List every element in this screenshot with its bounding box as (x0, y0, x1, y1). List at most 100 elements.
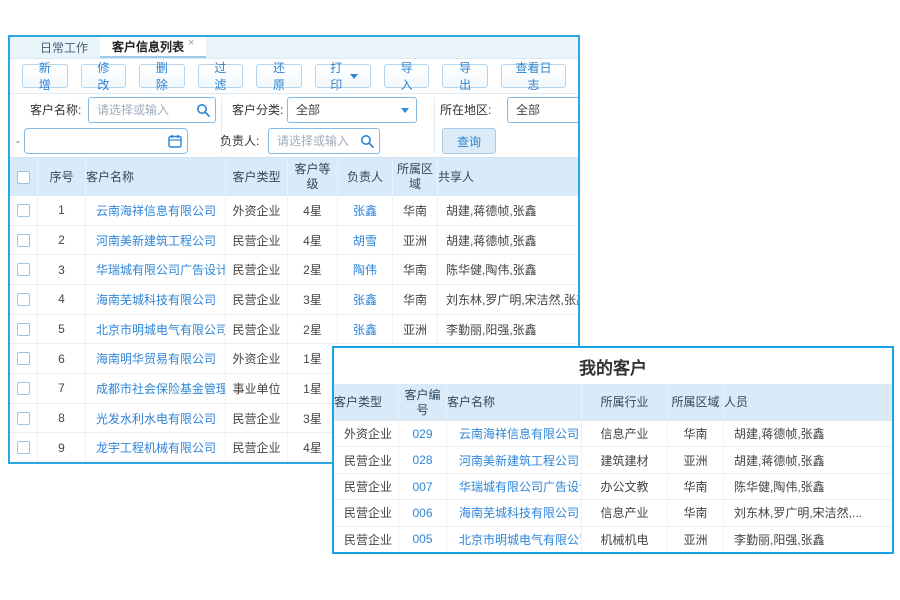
list-item[interactable]: 民营企业 006 海南芜城科技有限公司 信息产业 华南 刘东林,罗广明,宋洁然,… (334, 500, 892, 526)
row-checkbox[interactable] (17, 441, 30, 454)
tab-daily-work[interactable]: 日常工作 (28, 37, 100, 58)
table-row[interactable]: 1 云南海祥信息有限公司 外资企业 4星 张鑫 华南 胡建,蒋德帧,张鑫 (10, 196, 578, 226)
cell-customer-name[interactable]: 龙宇工程机械有限公司 (86, 433, 226, 462)
cell-no: 9 (38, 433, 86, 462)
list-item[interactable]: 外资企业 029 云南海祥信息有限公司 信息产业 华南 胡建,蒋德帧,张鑫 (334, 421, 892, 447)
desktop: 日常工作 客户信息列表 × 新增 修改 删除 过滤 还原 打印 导入 导出 查看… (0, 0, 900, 600)
cell-level: 4星 (288, 196, 338, 225)
close-icon[interactable]: × (188, 37, 194, 49)
cell-customer-name[interactable]: 河南美新建筑工程公司 (447, 447, 582, 472)
print-button[interactable]: 打印 (315, 64, 371, 88)
row-checkbox[interactable] (17, 323, 30, 336)
row-checkbox[interactable] (17, 412, 30, 425)
cell-level: 2星 (288, 255, 338, 284)
cell-level: 4星 (288, 226, 338, 255)
cell-industry: 信息产业 (582, 421, 668, 446)
cell-customer-name[interactable]: 华瑞城有限公司广告设计部 (447, 474, 582, 499)
calendar-icon[interactable] (168, 134, 182, 148)
cell-owner[interactable]: 张鑫 (338, 315, 393, 344)
row-checkbox[interactable] (17, 382, 30, 395)
cell-customer-name[interactable]: 光发水利水电有限公司 (86, 404, 226, 433)
cell-customer-name[interactable]: 北京市明城电气有限公司 (447, 527, 582, 552)
category-select[interactable]: 全部 (287, 97, 417, 123)
date-input[interactable] (24, 128, 188, 154)
col-region: 所属区域 (393, 158, 438, 196)
panel-title: 我的客户 (334, 348, 892, 384)
my-customers-header: 客户类型 客户编号 客户名称 所属行业 所属区域 人员 (334, 384, 892, 421)
row-checkbox[interactable] (17, 352, 30, 365)
cell-customer-code[interactable]: 006 (399, 500, 447, 525)
cell-owner[interactable]: 胡雪 (338, 226, 393, 255)
select-all-cell (10, 158, 38, 196)
cell-level: 2星 (288, 315, 338, 344)
delete-button[interactable]: 删除 (139, 64, 185, 88)
list-item[interactable]: 民营企业 005 北京市明城电气有限公司 机械机电 亚洲 李勤丽,阳强,张鑫 (334, 527, 892, 552)
cell-region: 亚洲 (393, 226, 438, 255)
filter-area: 客户名称: 客户分类: 全部 所在地区: 全部 - (10, 94, 578, 158)
cell-region: 亚洲 (393, 315, 438, 344)
cell-owner[interactable]: 张鑫 (338, 285, 393, 314)
cell-customer-name[interactable]: 云南海祥信息有限公司 (447, 421, 582, 446)
cell-no: 4 (38, 285, 86, 314)
view-log-button[interactable]: 查看日志 (501, 64, 566, 88)
cell-no: 7 (38, 374, 86, 403)
export-button[interactable]: 导出 (442, 64, 488, 88)
edit-button[interactable]: 修改 (81, 64, 127, 88)
cell-region: 亚洲 (668, 447, 724, 472)
cell-customer-name[interactable]: 海南芜城科技有限公司 (447, 500, 582, 525)
my-customers-body: 外资企业 029 云南海祥信息有限公司 信息产业 华南 胡建,蒋德帧,张鑫 民营… (334, 421, 892, 552)
col-customer-type: 客户类型 (334, 384, 399, 421)
cell-customer-name[interactable]: 成都市社会保险基金管理... (86, 374, 226, 403)
cell-customer-name[interactable]: 海南芜城科技有限公司 (86, 285, 226, 314)
table-row[interactable]: 4 海南芜城科技有限公司 民营企业 3星 张鑫 华南 刘东林,罗广明,宋洁然,张… (10, 285, 578, 315)
cell-customer-name[interactable]: 海南明华贸易有限公司 (86, 344, 226, 373)
query-button[interactable]: 查询 (442, 128, 496, 154)
col-no: 序号 (38, 158, 86, 196)
cell-customer-code[interactable]: 029 (399, 421, 447, 446)
new-button[interactable]: 新增 (22, 64, 68, 88)
cell-customer-code[interactable]: 007 (399, 474, 447, 499)
list-item[interactable]: 民营企业 007 华瑞城有限公司广告设计部 办公文教 华南 陈华健,陶伟,张鑫 (334, 474, 892, 500)
cell-level: 1星 (288, 344, 338, 373)
cell-customer-name[interactable]: 河南美新建筑工程公司 (86, 226, 226, 255)
select-all-checkbox[interactable] (17, 171, 30, 184)
cell-level: 3星 (288, 285, 338, 314)
restore-button[interactable]: 还原 (256, 64, 302, 88)
cell-shared: 胡建,蒋德帧,张鑫 (438, 226, 578, 255)
cell-owner[interactable]: 陶伟 (338, 255, 393, 284)
col-industry: 所属行业 (582, 384, 668, 421)
tab-label: 日常工作 (40, 39, 88, 56)
cell-shared: 李勤丽,阳强,张鑫 (438, 315, 578, 344)
cell-people: 刘东林,罗广明,宋洁然,... (724, 500, 892, 525)
cell-customer-code[interactable]: 028 (399, 447, 447, 472)
list-item[interactable]: 民营企业 028 河南美新建筑工程公司 建筑建材 亚洲 胡建,蒋德帧,张鑫 (334, 447, 892, 473)
cell-level: 1星 (288, 374, 338, 403)
table-row[interactable]: 2 河南美新建筑工程公司 民营企业 4星 胡雪 亚洲 胡建,蒋德帧,张鑫 (10, 226, 578, 256)
cell-people: 李勤丽,阳强,张鑫 (724, 527, 892, 552)
row-checkbox[interactable] (17, 234, 30, 247)
table-row[interactable]: 3 华瑞城有限公司广告设计部 民营企业 2星 陶伟 华南 陈华健,陶伟,张鑫 (10, 255, 578, 285)
tab-customer-list[interactable]: 客户信息列表 × (100, 37, 206, 58)
import-button[interactable]: 导入 (384, 64, 430, 88)
search-icon[interactable] (196, 103, 210, 117)
region-select[interactable]: 全部 (507, 97, 580, 123)
cell-no: 1 (38, 196, 86, 225)
cell-owner[interactable]: 张鑫 (338, 196, 393, 225)
cell-region: 华南 (393, 285, 438, 314)
cell-customer-name[interactable]: 云南海祥信息有限公司 (86, 196, 226, 225)
cell-customer-name[interactable]: 华瑞城有限公司广告设计部 (86, 255, 226, 284)
col-owner: 负责人 (338, 158, 393, 196)
cell-customer-name[interactable]: 北京市明城电气有限公司 (86, 315, 226, 344)
cell-shared: 胡建,蒋德帧,张鑫 (438, 196, 578, 225)
filter-button[interactable]: 过滤 (198, 64, 244, 88)
row-checkbox[interactable] (17, 293, 30, 306)
table-row[interactable]: 5 北京市明城电气有限公司 民营企业 2星 张鑫 亚洲 李勤丽,阳强,张鑫 (10, 315, 578, 345)
cell-customer-code[interactable]: 005 (399, 527, 447, 552)
cell-customer-type: 外资企业 (226, 344, 288, 373)
row-checkbox[interactable] (17, 204, 30, 217)
search-icon[interactable] (360, 134, 374, 148)
cell-customer-type: 民营企业 (334, 500, 399, 525)
region-label: 所在地区: (440, 97, 491, 123)
row-checkbox[interactable] (17, 263, 30, 276)
col-level: 客户等级 (288, 158, 338, 196)
